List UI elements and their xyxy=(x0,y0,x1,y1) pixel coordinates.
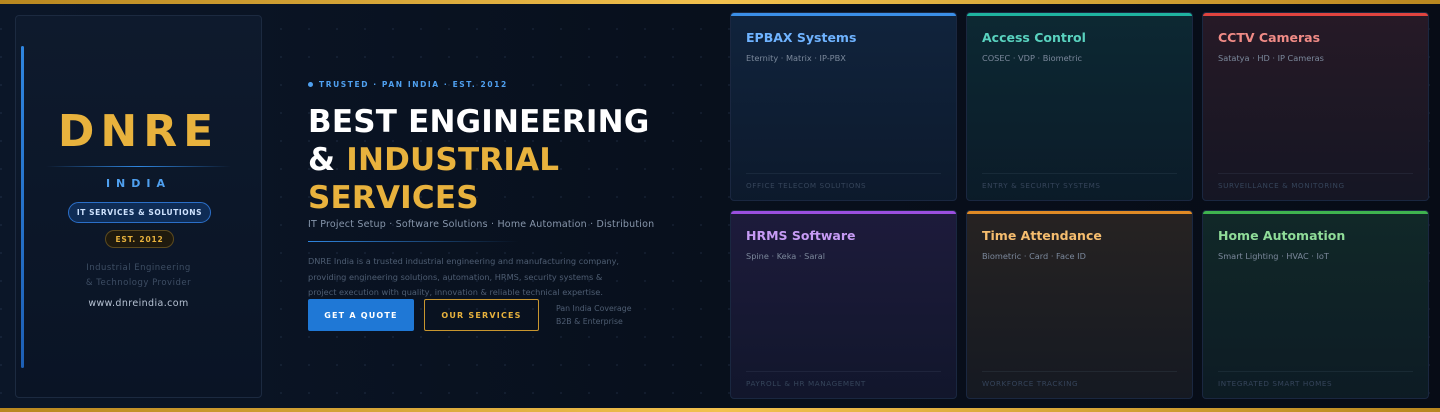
brand-tagline: Industrial Engineering & Technology Prov… xyxy=(16,261,261,291)
service-card-brands: COSEC · VDP · Biometric xyxy=(982,53,1082,63)
hero-actions: GET A QUOTE OUR SERVICES Pan India Cover… xyxy=(308,299,632,331)
card-divider xyxy=(746,173,941,174)
est-badge: EST. 2012 xyxy=(105,230,174,248)
service-card-hrms[interactable]: HRMS Software Spine · Keka · Saral PAYRO… xyxy=(730,210,957,399)
coverage-line1: Pan India Coverage xyxy=(556,304,632,313)
hero-subheading: IT Project Setup · Software Solutions · … xyxy=(308,219,655,230)
service-card-category: SURVEILLANCE & MONITORING xyxy=(1218,181,1345,190)
service-card-category: ENTRY & SECURITY SYSTEMS xyxy=(982,181,1101,190)
service-card-cctv[interactable]: CCTV Cameras Satatya · HD · IP Cameras S… xyxy=(1202,12,1429,201)
service-card-brands: Spine · Keka · Saral xyxy=(746,251,825,261)
service-card-access-control[interactable]: Access Control COSEC · VDP · Biometric E… xyxy=(966,12,1193,201)
service-card-brands: Eternity · Matrix · IP-PBX xyxy=(746,53,846,63)
eyebrow-text: TRUSTED · PAN INDIA · EST. 2012 xyxy=(319,80,508,89)
page-title: BEST ENGINEERING & INDUSTRIAL SERVICES xyxy=(308,103,708,217)
headline-line2: & INDUSTRIAL SERVICES xyxy=(308,141,708,217)
card-divider xyxy=(982,371,1177,372)
service-card-category: PAYROLL & HR MANAGEMENT xyxy=(746,379,866,388)
headline-line1: BEST ENGINEERING xyxy=(308,104,650,140)
brand-tagline-line2: & Technology Provider xyxy=(85,278,192,288)
brand-logo: DNRE xyxy=(57,106,220,157)
eyebrow: TRUSTED · PAN INDIA · EST. 2012 xyxy=(308,80,708,89)
headline-highlight: INDUSTRIAL SERVICES xyxy=(308,142,560,216)
service-card-title: EPBAX Systems xyxy=(746,30,857,45)
bullet-dot-icon xyxy=(308,82,313,87)
hero-banner: DNRE INDIA IT SERVICES & SOLUTIONS EST. … xyxy=(0,0,1440,412)
hero-divider xyxy=(308,241,518,242)
brand-country: INDIA xyxy=(105,177,172,190)
service-card-title: Home Automation xyxy=(1218,228,1346,243)
service-card-title: HRMS Software xyxy=(746,228,856,243)
services-pill-badge: IT SERVICES & SOLUTIONS xyxy=(68,202,211,223)
service-card-title: CCTV Cameras xyxy=(1218,30,1321,45)
service-card-category: WORKFORCE TRACKING xyxy=(982,379,1079,388)
our-services-button[interactable]: OUR SERVICES xyxy=(424,299,539,331)
hero-description: DNRE India is a trusted industrial engin… xyxy=(308,256,620,297)
hero-content: TRUSTED · PAN INDIA · EST. 2012 BEST ENG… xyxy=(308,80,708,331)
service-card-title: Time Attendance xyxy=(982,228,1102,243)
brand-divider xyxy=(46,166,231,167)
bottom-gold-border xyxy=(0,408,1440,412)
service-card-brands: Smart Lighting · HVAC · IoT xyxy=(1218,251,1329,261)
service-card-home-automation[interactable]: Home Automation Smart Lighting · HVAC · … xyxy=(1202,210,1429,399)
card-divider xyxy=(1218,371,1413,372)
card-divider xyxy=(746,371,941,372)
brand-card: DNRE INDIA IT SERVICES & SOLUTIONS EST. … xyxy=(15,15,262,398)
get-quote-button[interactable]: GET A QUOTE xyxy=(308,299,414,331)
coverage-line2: B2B & Enterprise xyxy=(556,317,623,326)
service-card-epbax[interactable]: EPBAX Systems Eternity · Matrix · IP-PBX… xyxy=(730,12,957,201)
service-card-category: OFFICE TELECOM SOLUTIONS xyxy=(746,181,867,190)
brand-tagline-line1: Industrial Engineering xyxy=(86,263,191,273)
service-card-brands: Satatya · HD · IP Cameras xyxy=(1218,53,1324,63)
service-card-category: INTEGRATED SMART HOMES xyxy=(1218,379,1333,388)
headline-ampersand: & xyxy=(308,142,347,178)
service-card-time-attendance[interactable]: Time Attendance Biometric · Card · Face … xyxy=(966,210,1193,399)
website-link[interactable]: www.dnreindia.com xyxy=(16,298,261,309)
top-gold-border xyxy=(0,0,1440,4)
coverage-note: Pan India Coverage B2B & Enterprise xyxy=(556,302,632,328)
card-divider xyxy=(1218,173,1413,174)
service-card-brands: Biometric · Card · Face ID xyxy=(982,251,1086,261)
brand-accent-bar xyxy=(21,46,24,368)
service-card-title: Access Control xyxy=(982,30,1086,45)
card-divider xyxy=(982,173,1177,174)
